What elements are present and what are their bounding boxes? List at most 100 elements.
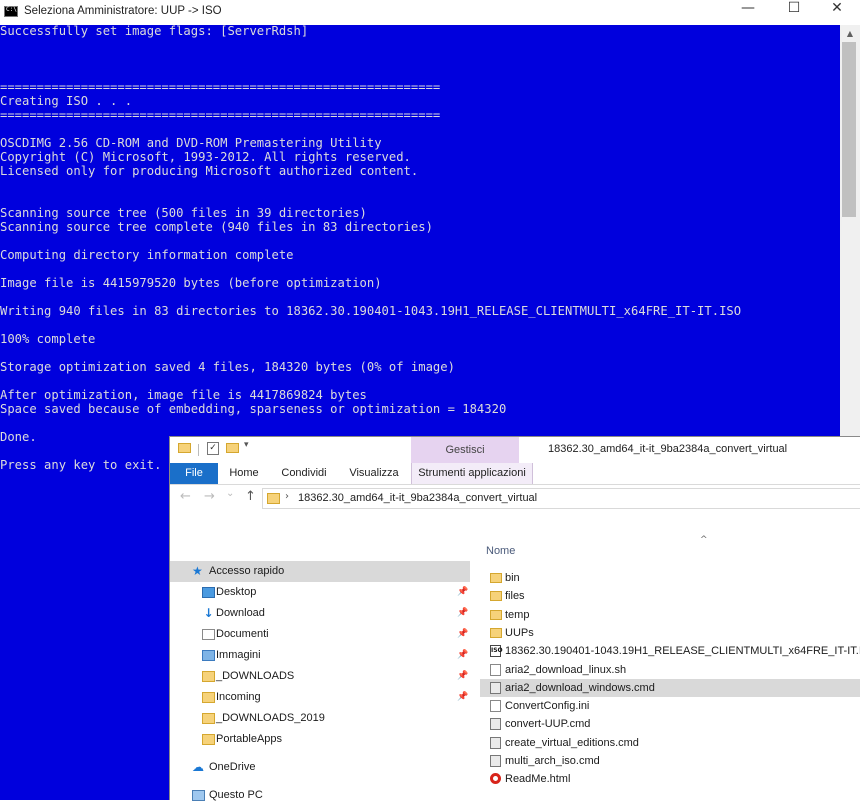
console-title: Seleziona Amministratore: UUP -> ISO [24, 5, 222, 17]
tab-file[interactable]: File [170, 463, 218, 484]
file-name: UUPs [505, 626, 534, 639]
forward-arrow-icon[interactable]: → [204, 489, 215, 504]
tab-view[interactable]: Visualizza [340, 463, 408, 484]
file-row[interactable]: ISO 18362.30.190401-1043.19H1_RELEASE_CLI… [480, 642, 860, 660]
file-row[interactable]: convert-UUP.cmd [480, 715, 860, 733]
pin-icon[interactable]: 📌 [457, 666, 468, 687]
navigation-bar: ← → ⌄ ↑ › 18362.30_amd64_it-it_9ba2384a_… [170, 485, 860, 512]
quick-access-star-icon: ★ [192, 564, 203, 578]
nav-item-label: Download [216, 607, 265, 619]
nav-item-questo-pc[interactable]: Questo PC [170, 785, 470, 806]
ribbon-tabs: File Home Condividi Visualizza Strumenti… [170, 463, 860, 485]
file-row[interactable]: aria2_download_windows.cmd [480, 678, 860, 697]
back-arrow-icon[interactable]: ← [180, 489, 191, 504]
nav-item-downloads-2019[interactable]: _DOWNLOADS_2019 [170, 708, 470, 729]
breadcrumb-chevron-icon[interactable]: › [285, 491, 289, 502]
navigation-pane[interactable]: ★ Accesso rapido Desktop 📌 ↓ Download 📌 Documen… [170, 547, 470, 801]
file-name: convert-UUP.cmd [505, 718, 591, 731]
folder-icon [202, 671, 215, 682]
file-row[interactable]: UUPs [480, 624, 860, 642]
file-name: temp [505, 608, 530, 621]
recent-locations-chevron-icon[interactable]: ⌄ [226, 488, 234, 499]
scrollbar-thumb[interactable] [842, 42, 856, 217]
tab-share[interactable]: Condividi [270, 463, 338, 484]
folder-icon [490, 591, 502, 602]
text-file-icon [490, 663, 501, 676]
file-row[interactable]: ReadMe.html [480, 770, 860, 788]
file-row[interactable]: bin [480, 569, 860, 587]
pictures-icon [202, 650, 215, 661]
nav-item-downloads[interactable]: _DOWNLOADS 📌 [170, 666, 470, 687]
address-bar[interactable]: › 18362.30_amd64_it-it_9ba2384a_convert_… [262, 488, 860, 509]
folder-icon [490, 573, 502, 583]
minimize-button[interactable]: — [725, 0, 771, 25]
pin-icon[interactable]: 📌 [457, 603, 468, 624]
file-name: multi_arch_iso.cmd [505, 755, 600, 767]
context-tab-header[interactable]: Gestisci [411, 437, 519, 463]
onedrive-cloud-icon: ☁ [192, 760, 204, 774]
nav-item-portableapps[interactable]: PortableApps [170, 729, 470, 750]
console-titlebar[interactable]: Seleziona Amministratore: UUP -> ISO — ☐… [0, 0, 860, 25]
file-row[interactable]: files [480, 587, 860, 605]
pin-icon[interactable]: 📌 [457, 645, 468, 666]
documents-icon [202, 629, 215, 640]
file-name: create_virtual_editions.cmd [505, 736, 639, 749]
cmd-script-icon [490, 736, 501, 749]
nav-item-label: Documenti [216, 628, 269, 640]
nav-item-download[interactable]: ↓ Download 📌 [170, 603, 470, 624]
scroll-up-arrow-icon[interactable]: ▲ [840, 25, 860, 42]
file-name: aria2_download_windows.cmd [505, 681, 655, 694]
desktop-icon [202, 587, 215, 598]
pin-icon[interactable]: 📌 [457, 687, 468, 708]
cmd-script-icon [490, 718, 501, 731]
file-row[interactable]: multi_arch_iso.cmd [480, 752, 860, 770]
cmd-script-icon [490, 755, 501, 767]
file-name: files [505, 590, 525, 603]
nav-item-label: Accesso rapido [209, 565, 285, 577]
folder-icon [202, 734, 215, 745]
new-folder-icon[interactable] [226, 443, 239, 453]
nav-item-immagini[interactable]: Immagini 📌 [170, 645, 470, 666]
folder-icon [178, 443, 191, 453]
file-name: ConvertConfig.ini [505, 700, 590, 713]
nav-item-documenti[interactable]: Documenti 📌 [170, 624, 470, 645]
nav-item-onedrive[interactable]: ☁ OneDrive [170, 757, 470, 778]
tab-home[interactable]: Home [220, 463, 268, 484]
sort-ascending-icon: ^ [700, 535, 708, 545]
file-name: ReadMe.html [505, 773, 571, 786]
properties-icon[interactable]: ✓ [207, 442, 219, 455]
nav-item-label: Immagini [216, 649, 261, 661]
file-row[interactable]: create_virtual_editions.cmd [480, 734, 860, 752]
nav-item-label: Desktop [216, 586, 257, 598]
nav-item-accesso-rapido[interactable]: ★ Accesso rapido [170, 561, 470, 582]
nav-item-label: _DOWNLOADS_2019 [216, 712, 325, 724]
close-button[interactable]: ✕ [814, 0, 860, 25]
file-row[interactable]: ConvertConfig.ini [480, 697, 860, 715]
nav-item-label: OneDrive [209, 761, 256, 773]
cmd-script-icon [490, 681, 501, 694]
file-row[interactable]: temp [480, 606, 860, 624]
maximize-button[interactable]: ☐ [771, 0, 817, 25]
breadcrumb-path[interactable]: 18362.30_amd64_it-it_9ba2384a_convert_vi… [298, 492, 537, 504]
pin-icon[interactable]: 📌 [457, 582, 468, 603]
nav-item-desktop[interactable]: Desktop 📌 [170, 582, 470, 603]
nav-item-incoming[interactable]: Incoming 📌 [170, 687, 470, 708]
text-file-icon [490, 700, 501, 713]
console-output[interactable]: Successfully set image flags: [ServerRds… [0, 24, 836, 472]
pin-icon[interactable]: 📌 [457, 624, 468, 645]
folder-icon [267, 493, 280, 504]
file-list[interactable]: ^ Nome bin files temp UUPs ISO 18362.30.19040… [480, 535, 860, 801]
customize-toolbar-dropdown-icon[interactable]: ▾ [244, 440, 249, 450]
column-header-name[interactable]: Nome [486, 545, 515, 557]
nav-item-label: PortableApps [216, 733, 283, 745]
tab-application-tools[interactable]: Strumenti applicazioni [411, 463, 533, 484]
file-name: aria2_download_linux.sh [505, 663, 627, 676]
up-arrow-icon[interactable]: ↑ [245, 489, 256, 504]
opera-browser-icon [490, 773, 501, 785]
file-row[interactable]: aria2_download_linux.sh [480, 661, 860, 679]
file-explorer-window[interactable]: ✓ ▾ Gestisci 18362.30_amd64_it-it_9ba238… [169, 436, 860, 801]
file-name: bin [505, 572, 520, 584]
explorer-titlebar[interactable]: ✓ ▾ Gestisci 18362.30_amd64_it-it_9ba238… [170, 437, 860, 463]
explorer-window-title: 18362.30_amd64_it-it_9ba2384a_convert_vi… [548, 443, 788, 455]
nav-item-label: _DOWNLOADS [216, 670, 295, 682]
